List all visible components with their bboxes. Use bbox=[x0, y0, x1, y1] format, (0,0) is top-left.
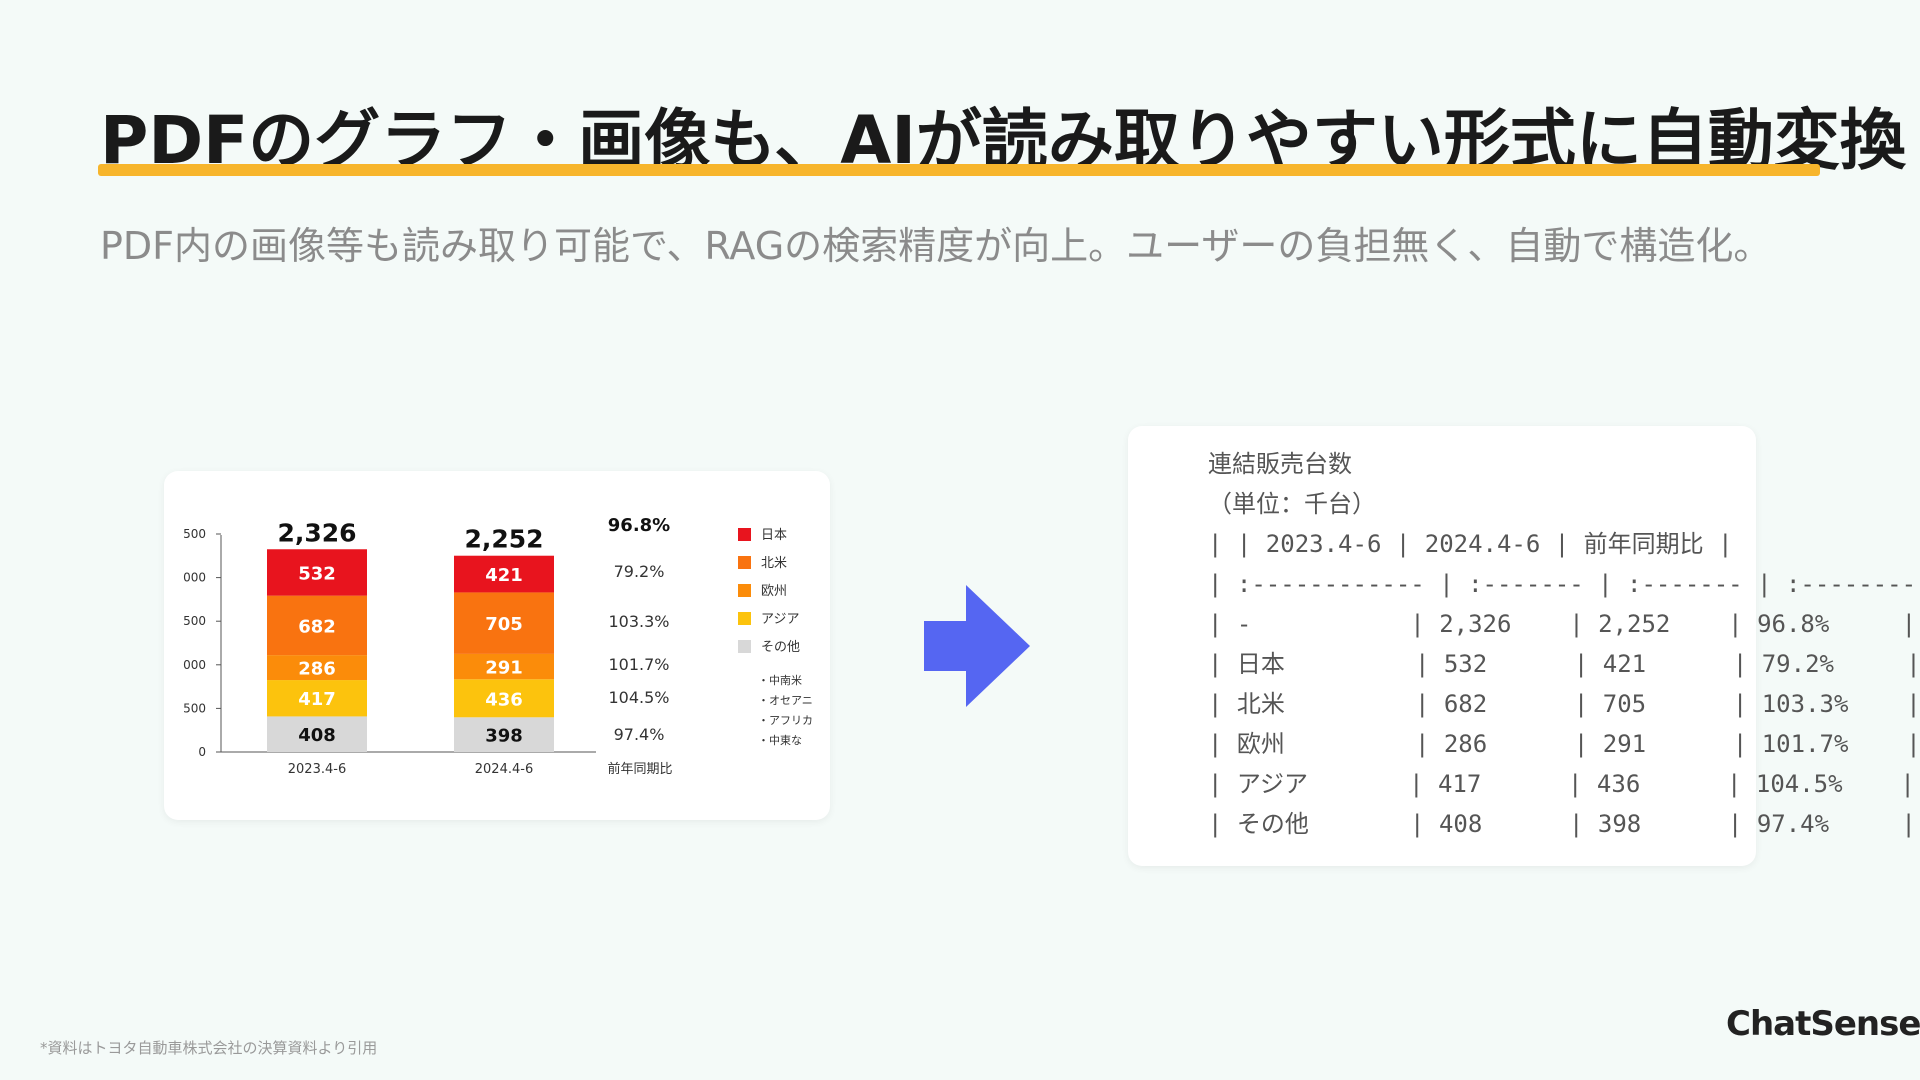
markdown-line: | - | 2,326 | 2,252 | 96.8% | bbox=[1208, 610, 1917, 638]
legend-swatch bbox=[738, 612, 751, 625]
y-tick-label: 000 bbox=[183, 658, 206, 672]
ratio-label: 79.2% bbox=[614, 562, 665, 581]
markdown-line: 連結販売台数 bbox=[1208, 450, 1352, 478]
legend-label: アジア bbox=[761, 612, 799, 627]
legend-label: 北米 bbox=[761, 556, 787, 571]
markdown-line: | その他 | 408 | 398 | 97.4% | bbox=[1208, 810, 1916, 838]
legend-sub-label: ・アフリカ bbox=[758, 714, 813, 727]
ratio-total-label: 96.8% bbox=[608, 515, 670, 536]
markdown-line: | 日本 | 532 | 421 | 79.2% | bbox=[1208, 650, 1920, 678]
markdown-line: （単位：千台） bbox=[1208, 490, 1376, 518]
brand-logo: ChatSense bbox=[1726, 1004, 1920, 1044]
markdown-table-text: 連結販売台数 （単位：千台） | | 2023.4-6 | 2024.4-6 | 前… bbox=[1208, 444, 1920, 844]
bar-total-label: 2,252 bbox=[464, 525, 543, 554]
ratio-label: 104.5% bbox=[608, 688, 669, 707]
y-tick-label: 500 bbox=[183, 614, 206, 628]
markdown-line: | アジア | 417 | 436 | 104.5% | bbox=[1208, 770, 1915, 798]
y-tick-label: 500 bbox=[183, 701, 206, 715]
markdown-line: | | 2023.4-6 | 2024.4-6 | 前年同期比 | bbox=[1208, 530, 1733, 558]
legend-sub-label: ・オセアニ bbox=[758, 694, 813, 707]
bar-value-label: 436 bbox=[485, 689, 523, 710]
bar-value-label: 408 bbox=[298, 725, 336, 746]
bar-value-label: 398 bbox=[485, 726, 523, 747]
markdown-card: 連結販売台数 （単位：千台） | | 2023.4-6 | 2024.4-6 | 前… bbox=[1128, 426, 1920, 866]
markdown-line: | :------------ | :------- | :------- | … bbox=[1208, 570, 1920, 598]
bar-value-label: 705 bbox=[485, 614, 523, 635]
legend-label: 日本 bbox=[761, 528, 787, 543]
legend-swatch bbox=[738, 528, 751, 541]
source-footnote: *資料はトヨタ自動車株式会社の決算資料より引用 bbox=[40, 1039, 378, 1057]
legend-swatch bbox=[738, 556, 751, 569]
legend-label: その他 bbox=[761, 640, 800, 655]
y-tick-label: 000 bbox=[183, 571, 206, 585]
bar-value-label: 286 bbox=[298, 659, 336, 680]
legend-sub-label: ・中南米 bbox=[758, 674, 802, 687]
markdown-line: | 北米 | 682 | 705 | 103.3% | bbox=[1208, 690, 1920, 718]
ratio-header-label: 前年同期比 bbox=[607, 761, 672, 777]
title-underline bbox=[98, 164, 1820, 176]
legend-swatch bbox=[738, 584, 751, 597]
legend-swatch bbox=[738, 640, 751, 653]
chart-card: 0 500 000 500 000 500 408 417 286 682 532 2,326 2023… bbox=[164, 471, 830, 820]
ratio-label: 103.3% bbox=[608, 612, 669, 631]
bar-value-label: 291 bbox=[485, 658, 523, 679]
x-tick-label: 2024.4-6 bbox=[475, 762, 533, 777]
arrow-right-icon bbox=[924, 585, 1030, 707]
legend-sub-label: ・中東な bbox=[758, 734, 802, 747]
ratio-label: 97.4% bbox=[614, 725, 665, 744]
stacked-bar-chart: 0 500 000 500 000 500 408 417 286 682 532 2,326 2023… bbox=[183, 515, 813, 777]
x-tick-label: 2023.4-6 bbox=[288, 762, 346, 777]
page-subtitle: PDF内の画像等も読み取り可能で、RAGの検索精度が向上。ユーザーの負担無く、自… bbox=[100, 224, 1772, 268]
y-tick-label: 0 bbox=[198, 745, 206, 759]
markdown-line: | 欧州 | 286 | 291 | 101.7% | bbox=[1208, 730, 1920, 758]
bar-value-label: 421 bbox=[485, 565, 523, 586]
bar-total-label: 2,326 bbox=[277, 518, 356, 547]
y-tick-label: 500 bbox=[183, 527, 206, 541]
legend-label: 欧州 bbox=[761, 584, 787, 599]
bar-value-label: 532 bbox=[298, 563, 336, 584]
bar-value-label: 682 bbox=[298, 616, 336, 637]
bar-value-label: 417 bbox=[298, 689, 336, 710]
ratio-label: 101.7% bbox=[608, 655, 669, 674]
